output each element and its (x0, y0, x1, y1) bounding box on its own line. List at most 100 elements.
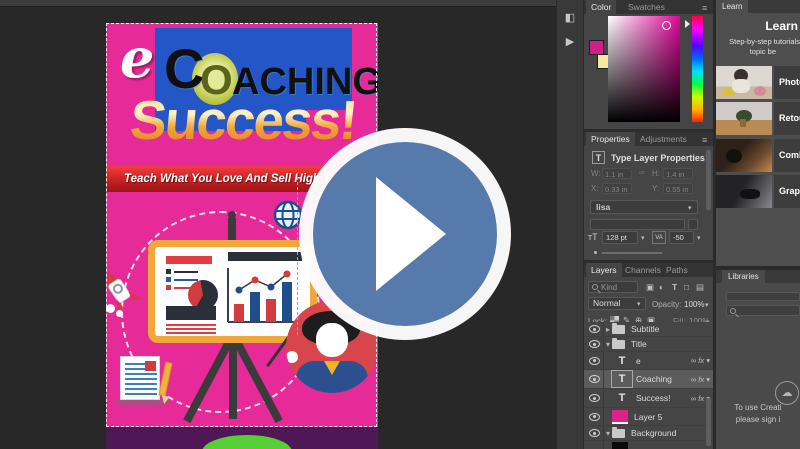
poster-letter-e: e (120, 31, 154, 85)
x-label: X: (591, 184, 599, 193)
tab-color[interactable]: Color (586, 0, 616, 14)
color-gradient-field[interactable] (608, 16, 680, 122)
font-style-chevron[interactable] (688, 219, 698, 230)
filter-kind-label: Kind (601, 283, 617, 292)
tab-paths[interactable]: Paths (666, 263, 688, 277)
layer-row-title[interactable]: ▾ Title (584, 337, 713, 352)
opacity-value[interactable]: 100% (684, 300, 704, 309)
hue-indicator (685, 20, 690, 28)
learn-heading: Learn (716, 19, 798, 33)
chevron-down-icon[interactable]: ▾ (697, 234, 701, 242)
x-field[interactable]: 0.33 in (602, 183, 632, 194)
easel-leg-center (229, 343, 237, 419)
actions-panel-icon[interactable]: ▶ (562, 34, 578, 50)
properties-scrollbar[interactable] (706, 150, 711, 210)
hue-slider[interactable] (692, 16, 703, 122)
learn-item-label[interactable]: Combin (774, 139, 800, 172)
chevron-down-icon[interactable]: ▾ (688, 204, 692, 212)
layer-row-coaching[interactable]: T Coaching ∞ fx ▾ (584, 370, 713, 389)
type-layer-thumbnail: T (614, 373, 630, 385)
fx-badge[interactable]: fx (698, 356, 704, 365)
slider-dot (594, 251, 597, 254)
properties-slider[interactable] (602, 252, 662, 254)
layer-row-partial[interactable] (584, 441, 713, 449)
eye-icon[interactable] (589, 394, 600, 402)
font-style-select[interactable] (590, 219, 685, 230)
filter-shape-icon[interactable]: □ (684, 282, 689, 292)
link-dimensions-icon[interactable]: ∞ (639, 168, 645, 177)
libraries-search-input[interactable] (726, 305, 800, 316)
learn-item-retouch[interactable] (716, 102, 772, 135)
layer-thumbnail (612, 442, 628, 449)
eye-icon[interactable] (589, 375, 600, 383)
layer-row-success[interactable]: T Success! ∞ fx ▾ (584, 389, 713, 408)
eye-icon[interactable] (589, 340, 600, 348)
type-layer-thumbnail: T (614, 392, 630, 404)
tab-adjustments[interactable]: Adjustments (640, 132, 687, 146)
h-field[interactable]: 1.4 in (663, 168, 693, 179)
group-folder-icon (612, 325, 625, 334)
filter-pixel-icon[interactable]: ▣ (646, 282, 654, 293)
properties-header: Type Layer Properties (611, 153, 705, 163)
layers-scrollbar[interactable] (706, 398, 711, 446)
font-size-field[interactable]: 128 pt (602, 231, 638, 244)
learn-item-label[interactable]: Graphi (774, 175, 800, 208)
layer-bounds-guide (297, 172, 298, 335)
document-page-icon (120, 356, 160, 400)
fx-badge[interactable]: fx (698, 394, 704, 403)
learn-item-label[interactable]: Retouc (774, 102, 800, 135)
font-size-icon: тT (588, 232, 598, 242)
search-icon (592, 284, 598, 290)
eye-icon[interactable] (589, 325, 600, 333)
learn-item-label[interactable]: Photog (774, 66, 800, 99)
w-label: W: (591, 169, 601, 178)
tab-swatches[interactable]: Swatches (628, 0, 665, 14)
tab-properties[interactable]: Properties (586, 132, 635, 146)
tracking-icon: VA (652, 231, 666, 244)
filter-adjustment-icon[interactable]: ◐ (659, 282, 664, 292)
filter-type-icon[interactable]: T (672, 282, 677, 292)
layer-row-subtitle[interactable]: ▸ Subtitle (584, 322, 713, 337)
type-layer-thumbnail: T (614, 355, 630, 367)
board-red-bar (166, 256, 212, 264)
foreground-color-swatch[interactable] (589, 40, 604, 55)
layer-row-e[interactable]: T e ∞ fx ▾ (584, 352, 713, 370)
options-bar (0, 0, 556, 7)
libraries-dropdown[interactable] (726, 292, 800, 301)
collapsed-panel-dock (556, 0, 584, 449)
color-cursor[interactable] (662, 21, 671, 30)
eye-icon[interactable] (589, 429, 600, 437)
learn-item-combine[interactable] (716, 139, 772, 172)
bar-line-chart-graphic (224, 264, 304, 326)
font-family-select[interactable]: lisa (590, 200, 698, 214)
history-panel-icon[interactable]: ◧ (562, 10, 578, 26)
y-field[interactable]: 0.55 in (663, 183, 693, 194)
search-icon (730, 308, 736, 314)
opacity-label: Opacity: (652, 300, 681, 309)
layer-row-layer5[interactable]: Layer 5 (584, 408, 713, 426)
eye-icon[interactable] (589, 357, 600, 365)
layer-filter-search[interactable]: Kind (588, 281, 638, 293)
w-field[interactable]: 1.1 in (602, 168, 632, 179)
y-label: Y: (652, 184, 659, 193)
tracking-field[interactable]: -50 (669, 231, 694, 244)
panel-menu-icon[interactable]: ≡ (702, 3, 707, 13)
board-dark-bar (228, 252, 302, 261)
tab-layers[interactable]: Layers (586, 263, 622, 277)
fx-badge[interactable]: fx (698, 375, 704, 384)
panel-menu-icon[interactable]: ≡ (702, 135, 707, 145)
chevron-down-icon[interactable]: ▾ (705, 301, 709, 309)
learn-item-photo[interactable] (716, 66, 772, 99)
group-folder-icon (612, 429, 625, 438)
play-icon[interactable] (376, 177, 446, 291)
learn-item-graphic[interactable] (716, 175, 772, 208)
tab-libraries[interactable]: Libraries (722, 270, 765, 283)
tab-learn[interactable]: Learn (716, 0, 748, 13)
tab-channels[interactable]: Channels (625, 263, 661, 277)
layer-row-background[interactable]: ▾ Background (584, 426, 713, 441)
board-dark-block (166, 306, 216, 320)
filter-smart-object-icon[interactable]: ▤ (696, 282, 704, 293)
chevron-down-icon[interactable]: ▾ (637, 300, 641, 308)
eye-icon[interactable] (589, 413, 600, 421)
chevron-down-icon[interactable]: ▾ (641, 234, 645, 242)
